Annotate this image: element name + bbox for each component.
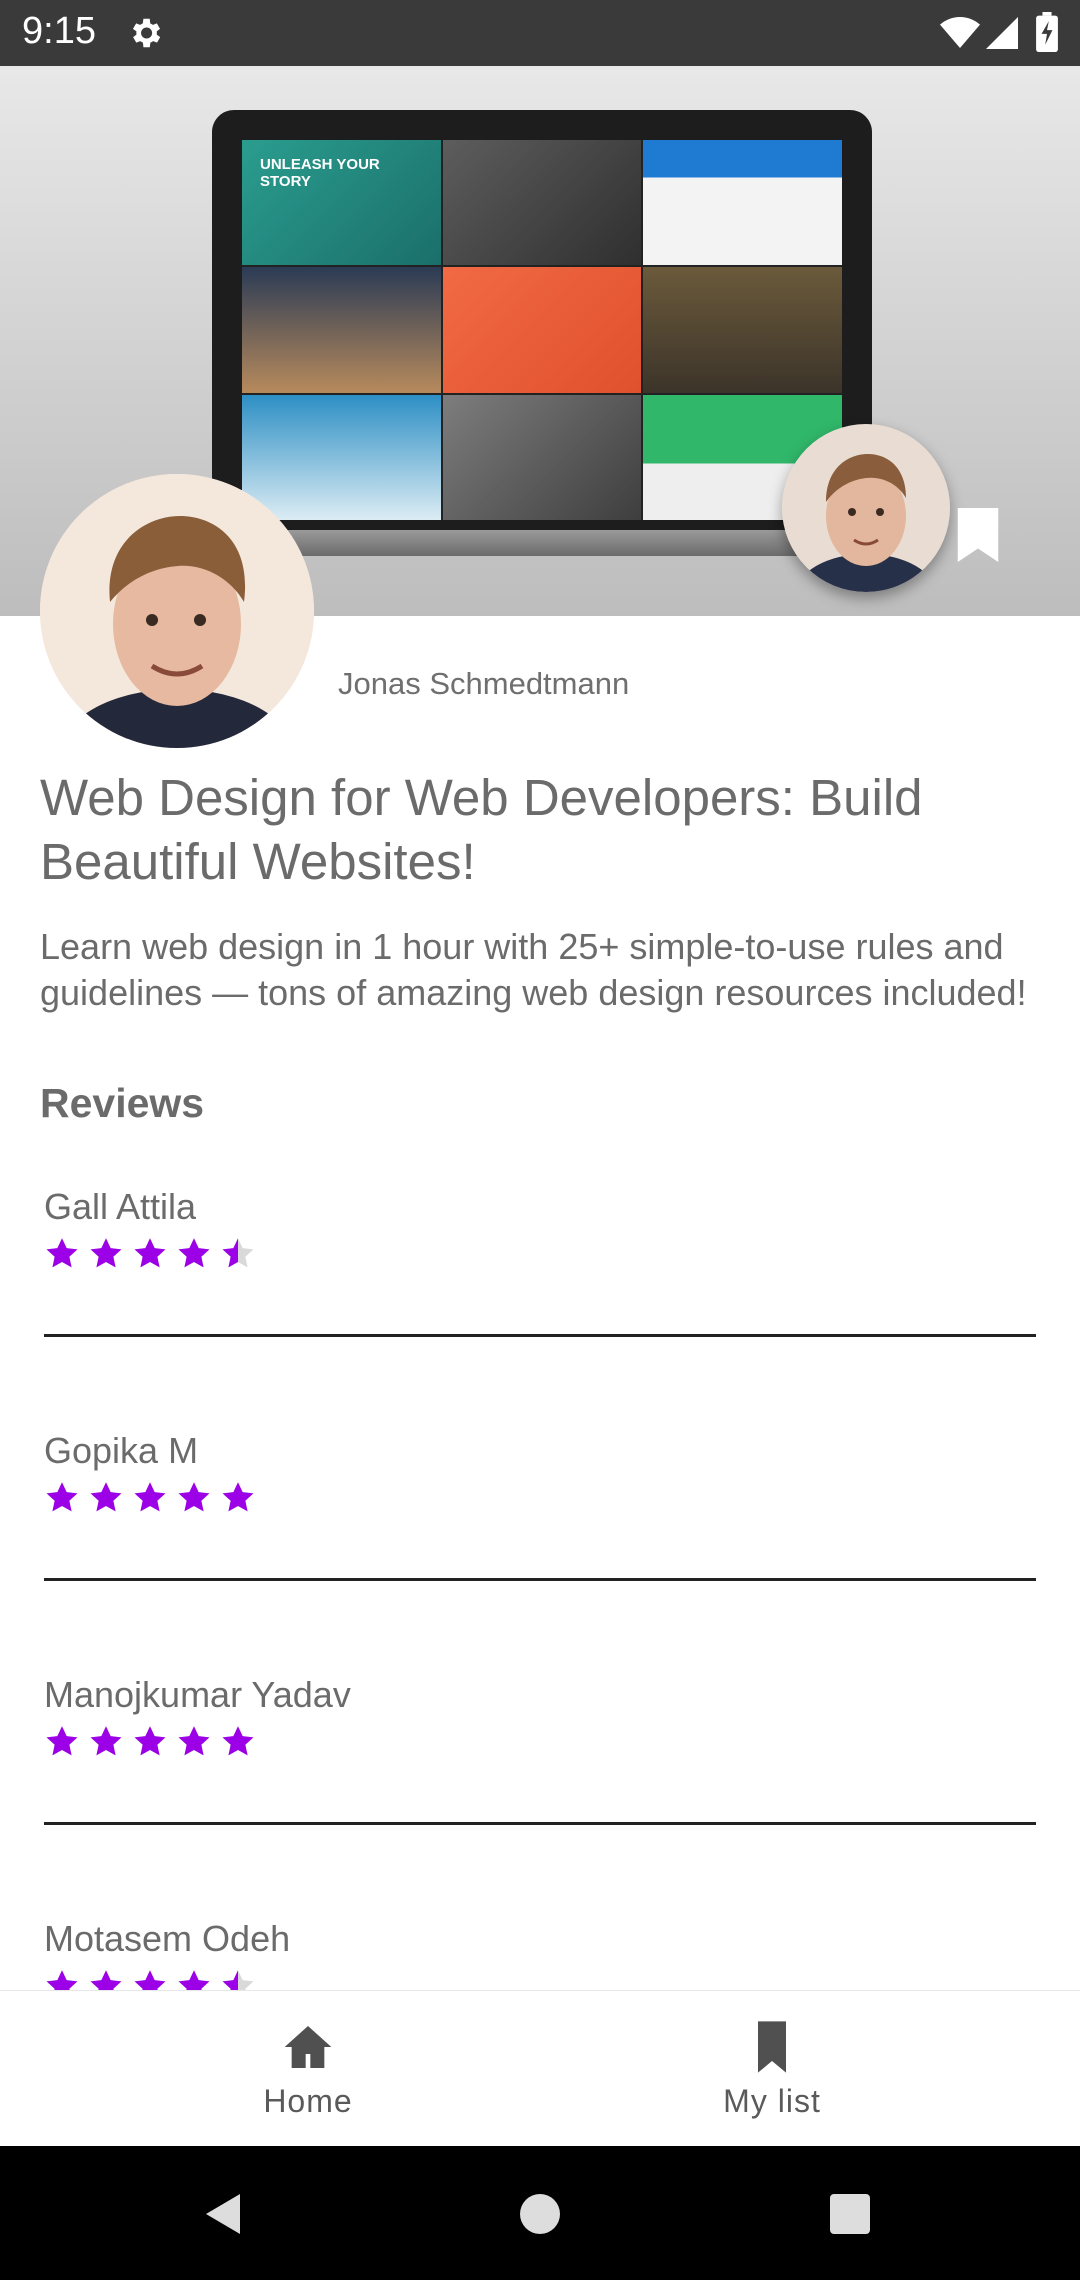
star-icon (178, 1726, 210, 1756)
instructor-face-icon (782, 424, 950, 592)
bookmark-icon[interactable] (954, 508, 1002, 562)
star-icon (134, 1238, 166, 1268)
star-icon (46, 1482, 78, 1512)
star-icon (134, 1970, 166, 1990)
instructor-thumbnail[interactable] (782, 424, 950, 592)
home-icon (284, 2026, 332, 2068)
star-icon (222, 1970, 254, 1990)
signal-icon (986, 17, 1018, 49)
divider (44, 1334, 1036, 1337)
star-icon (134, 1726, 166, 1756)
star-icon (222, 1482, 254, 1512)
star-icon (178, 1238, 210, 1268)
review-item: Gall Attila (44, 1186, 1036, 1356)
star-icon (222, 1726, 254, 1756)
author-name: Jonas Schmedtmann (338, 666, 630, 701)
reviews-heading: Reviews (40, 1080, 205, 1126)
gear-icon (132, 18, 161, 48)
star-icon (90, 1482, 122, 1512)
review-item: Motasem Odeh (44, 1918, 1036, 1990)
battery-icon (1036, 12, 1058, 52)
nav-my-list-label: My list (723, 2083, 821, 2119)
course-description: Learn web design in 1 hour with 25+ simp… (40, 926, 1027, 1013)
status-bar: 9:15 (0, 0, 1080, 66)
nav-my-list[interactable]: My list (672, 2019, 872, 2129)
author-face-icon (40, 474, 314, 748)
reviewer-name: Manojkumar Yadav (44, 1674, 351, 1715)
course-title: Web Design for Web Developers: Build Bea… (40, 769, 923, 890)
star-icon (46, 1726, 78, 1756)
author-avatar (40, 474, 314, 748)
wifi-icon (940, 17, 980, 48)
star-icon (134, 1482, 166, 1512)
star-icon (46, 1238, 78, 1268)
star-rating (44, 1234, 264, 1274)
hero-tile-text: UNLEASH YOUR STORY (260, 156, 380, 190)
bottom-navigation: Home My list (0, 1990, 1080, 2147)
star-icon (90, 1726, 122, 1756)
star-rating (44, 1478, 264, 1518)
nav-home-label: Home (263, 2083, 353, 2119)
star-icon (222, 1238, 254, 1268)
star-rating (44, 1966, 264, 1990)
star-rating (44, 1722, 264, 1762)
star-icon (178, 1482, 210, 1512)
back-icon[interactable] (200, 2190, 248, 2238)
star-icon (178, 1970, 210, 1990)
star-icon (90, 1970, 122, 1990)
laptop-illustration: UNLEASH YOUR STORY (182, 110, 902, 580)
home-circle-icon[interactable] (516, 2190, 564, 2238)
divider (44, 1822, 1036, 1825)
bookmark-button[interactable] (954, 574, 1002, 616)
review-item: Manojkumar Yadav (44, 1674, 1036, 1844)
star-icon (46, 1970, 78, 1990)
review-item: Gopika M (44, 1430, 1036, 1600)
nav-home[interactable]: Home (208, 2019, 408, 2129)
system-navigation-bar (0, 2146, 1080, 2280)
bookmark-icon (758, 2021, 786, 2073)
divider (44, 1578, 1036, 1581)
reviewer-name: Gall Attila (44, 1186, 197, 1227)
status-time: 9:15 (22, 10, 96, 52)
star-icon (90, 1238, 122, 1268)
recents-icon[interactable] (826, 2190, 874, 2238)
reviewer-name: Motasem Odeh (44, 1918, 291, 1959)
reviewer-name: Gopika M (44, 1430, 199, 1471)
